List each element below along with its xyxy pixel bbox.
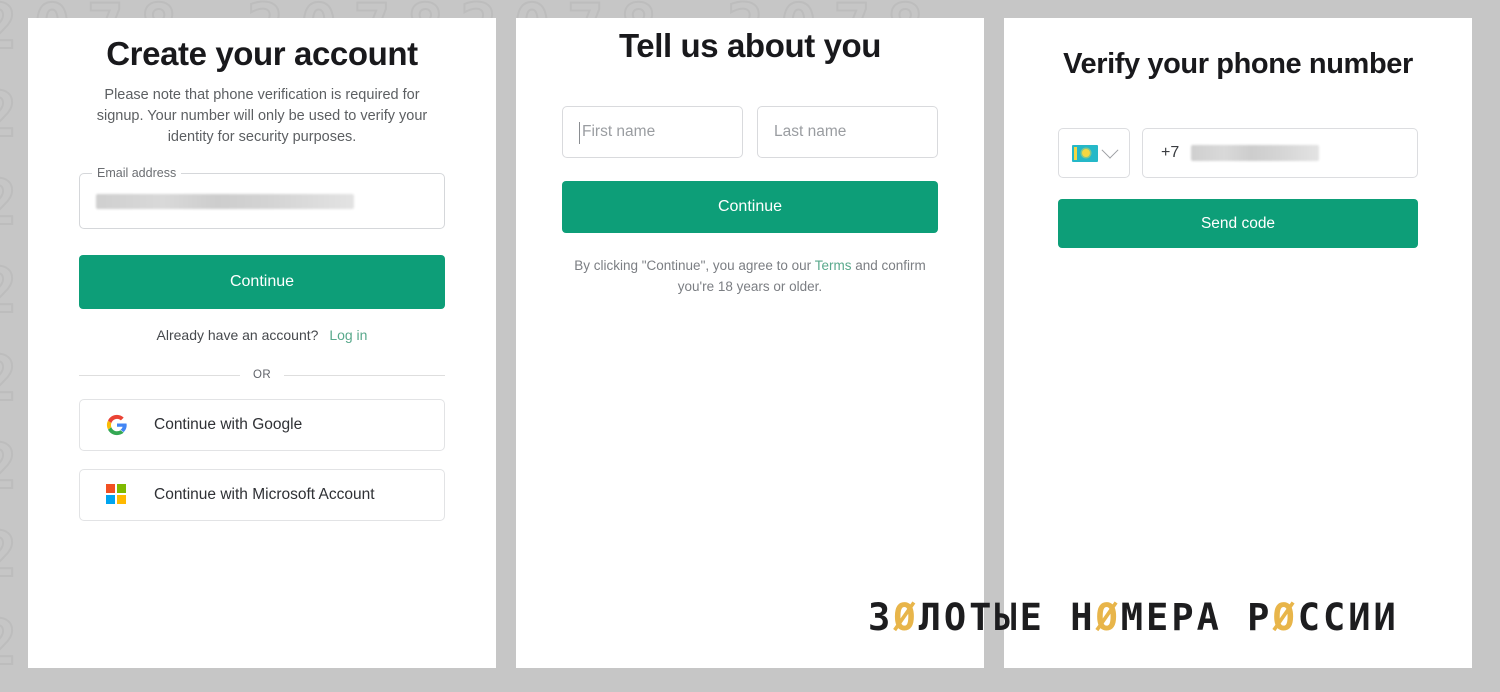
- first-name-input[interactable]: First name: [562, 106, 743, 158]
- terms-prefix-text: By clicking "Continue", you agree to our: [574, 258, 812, 273]
- email-field[interactable]: Email address: [79, 166, 445, 229]
- verify-phone-panel: Verify your phone number +7 Send code: [1004, 18, 1472, 668]
- log-in-link[interactable]: Log in: [329, 327, 367, 343]
- continue-with-microsoft-button[interactable]: Continue with Microsoft Account: [79, 469, 445, 521]
- watermark-part-1: З: [868, 596, 894, 639]
- create-account-panel: Create your account Please note that pho…: [28, 18, 496, 668]
- page-title: Create your account: [106, 35, 418, 72]
- microsoft-button-label: Continue with Microsoft Account: [154, 486, 375, 503]
- watermark-zero-1: Ø: [893, 596, 919, 639]
- or-label: OR: [252, 369, 272, 381]
- or-divider: OR: [79, 369, 445, 381]
- watermark-logo: ЗØЛОТЫЕ НØМЕРА РØССИИ: [868, 596, 1399, 639]
- watermark-part-4: ССИИ: [1297, 596, 1399, 639]
- last-name-input[interactable]: Last name: [757, 106, 938, 158]
- email-redacted-value: [96, 193, 354, 209]
- page-title: Verify your phone number: [1063, 48, 1413, 80]
- continue-with-google-button[interactable]: Continue with Google: [79, 399, 445, 451]
- login-helper-row: Already have an account? Log in: [79, 327, 445, 343]
- phone-country-prefix: +7: [1161, 144, 1180, 161]
- signup-notice-text: Please note that phone verification is r…: [96, 87, 428, 145]
- text-caret: [579, 122, 580, 144]
- page-title: Tell us about you: [618, 27, 882, 64]
- country-code-select[interactable]: [1058, 128, 1130, 178]
- name-fields-row: First name Last name: [562, 106, 938, 158]
- watermark-zero-3: Ø: [1272, 596, 1298, 639]
- signup-flow-panels: Create your account Please note that pho…: [0, 18, 1500, 668]
- kazakhstan-flag-icon: [1072, 144, 1098, 162]
- last-name-placeholder: Last name: [774, 123, 847, 140]
- already-have-account-label: Already have an account?: [156, 327, 319, 343]
- continue-button[interactable]: Continue: [562, 181, 938, 233]
- google-button-label: Continue with Google: [154, 416, 303, 433]
- terms-link[interactable]: Terms: [815, 258, 852, 273]
- about-you-panel: Tell us about you First name Last name C…: [516, 18, 984, 668]
- watermark-part-2: ЛОТЫЕ Н: [918, 596, 1096, 639]
- send-code-button[interactable]: Send code: [1058, 199, 1418, 248]
- chevron-down-icon: [1101, 141, 1119, 159]
- email-field-label: Email address: [92, 166, 182, 180]
- watermark-zero-2: Ø: [1095, 596, 1121, 639]
- phone-number-input[interactable]: +7: [1142, 128, 1418, 178]
- continue-button[interactable]: Continue: [79, 255, 445, 309]
- phone-entry-row: +7: [1058, 128, 1418, 178]
- phone-redacted-value: [1191, 145, 1320, 161]
- microsoft-squares-icon: [106, 484, 128, 506]
- watermark-part-3: МЕРА Р: [1120, 596, 1273, 639]
- terms-disclaimer: By clicking "Continue", you agree to our…: [562, 255, 938, 297]
- first-name-placeholder: First name: [582, 123, 656, 140]
- google-g-icon: [106, 414, 128, 436]
